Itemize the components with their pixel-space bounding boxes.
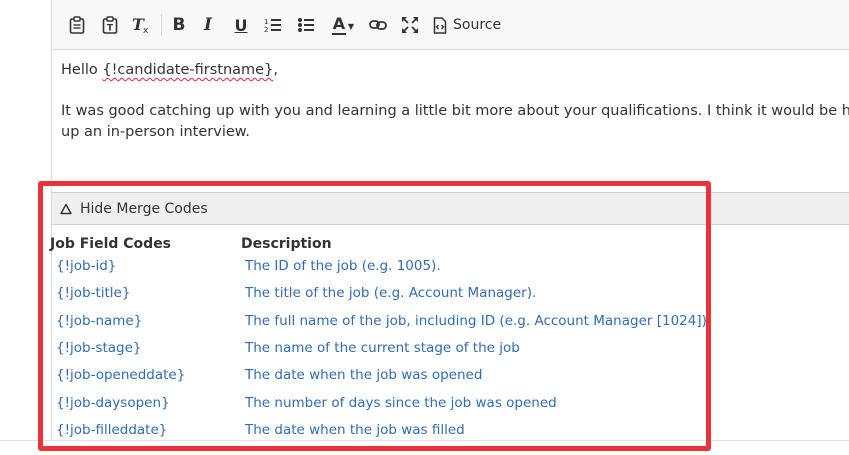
column-header-description: Description (241, 236, 332, 252)
source-label: Source (453, 17, 502, 33)
editor-body[interactable]: Hello {!candidate-firstname}, It was goo… (52, 50, 849, 180)
svg-text:x: x (143, 26, 149, 34)
triangle-up-icon (60, 203, 72, 214)
hide-merge-codes-toggle[interactable]: Hide Merge Codes (52, 192, 849, 225)
merge-code-description: The number of days since the job was ope… (245, 394, 557, 411)
merge-code-link[interactable]: {!job-daysopen} (56, 395, 170, 411)
merge-token: {!candidate-firstname} (102, 62, 274, 78)
link-button[interactable] (367, 12, 389, 38)
link-icon (369, 20, 387, 30)
bulleted-list-icon (298, 18, 314, 32)
maximize-icon (402, 17, 418, 33)
merge-code-link[interactable]: {!job-title} (56, 285, 130, 301)
paste-text-icon: T (102, 16, 118, 34)
merge-code-description: The full name of the job, including ID (… (245, 312, 707, 329)
merge-code-row: {!job-title} The title of the job (e.g. A… (52, 285, 812, 312)
paste-icon (69, 16, 85, 34)
bold-button[interactable]: B (169, 12, 189, 38)
chevron-down-icon: ▼ (347, 21, 355, 31)
underline-icon: U (234, 15, 248, 35)
greeting-line: Hello {!candidate-firstname}, (61, 62, 278, 78)
merge-code-link[interactable]: {!job-openeddate} (56, 367, 185, 383)
toggle-label: Hide Merge Codes (80, 200, 208, 217)
text-color-icon: A (331, 13, 346, 35)
maximize-button[interactable] (399, 12, 421, 38)
merge-code-row: {!job-openeddate} The date when the job w… (52, 367, 812, 394)
merge-code-row: {!job-stage} The name of the current stag… (52, 340, 812, 367)
numbered-list-button[interactable]: 1 2 (263, 12, 283, 38)
numbered-list-icon: 1 2 (264, 18, 281, 33)
text-color-button[interactable]: A ▼ (329, 12, 357, 38)
remove-format-icon: T x (132, 16, 149, 34)
body-line-2: up an in-person interview. (61, 124, 250, 140)
source-icon (433, 16, 447, 34)
svg-text:1: 1 (264, 18, 268, 26)
bottom-divider (0, 440, 849, 441)
source-button[interactable]: Source (433, 12, 503, 38)
merge-code-description: The title of the job (e.g. Account Manag… (245, 285, 537, 302)
body-line-1: It was good catching up with you and lea… (61, 103, 849, 119)
paste-button[interactable] (66, 12, 88, 38)
merge-code-row: {!job-daysopen} The number of days since … (52, 395, 812, 422)
column-header-code: Job Field Codes (50, 236, 172, 252)
merge-code-link[interactable]: {!job-name} (56, 313, 142, 329)
merge-code-description: The date when the job was filled (245, 421, 465, 438)
underline-button[interactable]: U (231, 12, 251, 38)
italic-icon: I (204, 15, 212, 35)
bulleted-list-button[interactable] (295, 12, 317, 38)
remove-format-button[interactable]: T x (130, 12, 152, 38)
svg-text:T: T (107, 24, 114, 34)
merge-code-link[interactable]: {!job-id} (56, 258, 116, 274)
merge-code-row: {!job-name} The full name of the job, inc… (52, 313, 812, 340)
bold-icon: B (172, 15, 186, 35)
merge-code-row: {!job-filleddate} The date when the job w… (52, 422, 812, 449)
merge-code-description: The name of the current stage of the job (245, 339, 520, 356)
merge-code-description: The date when the job was opened (245, 367, 483, 384)
merge-code-link[interactable]: {!job-stage} (56, 340, 142, 356)
svg-text:2: 2 (264, 26, 268, 33)
email-template-editor: T T x B I U 1 2 A ▼ Source Hello {!candi… (0, 0, 849, 455)
paste-text-button[interactable]: T (99, 12, 121, 38)
merge-code-description: The ID of the job (e.g. 1005). (245, 258, 441, 274)
editor-toolbar: T T x B I U 1 2 A ▼ Source (52, 0, 849, 50)
italic-button[interactable]: I (198, 12, 218, 38)
toolbar-separator (161, 14, 162, 36)
merge-code-link[interactable]: {!job-filleddate} (56, 422, 167, 438)
merge-code-row: {!job-id} The ID of the job (e.g. 1005). (52, 258, 812, 285)
